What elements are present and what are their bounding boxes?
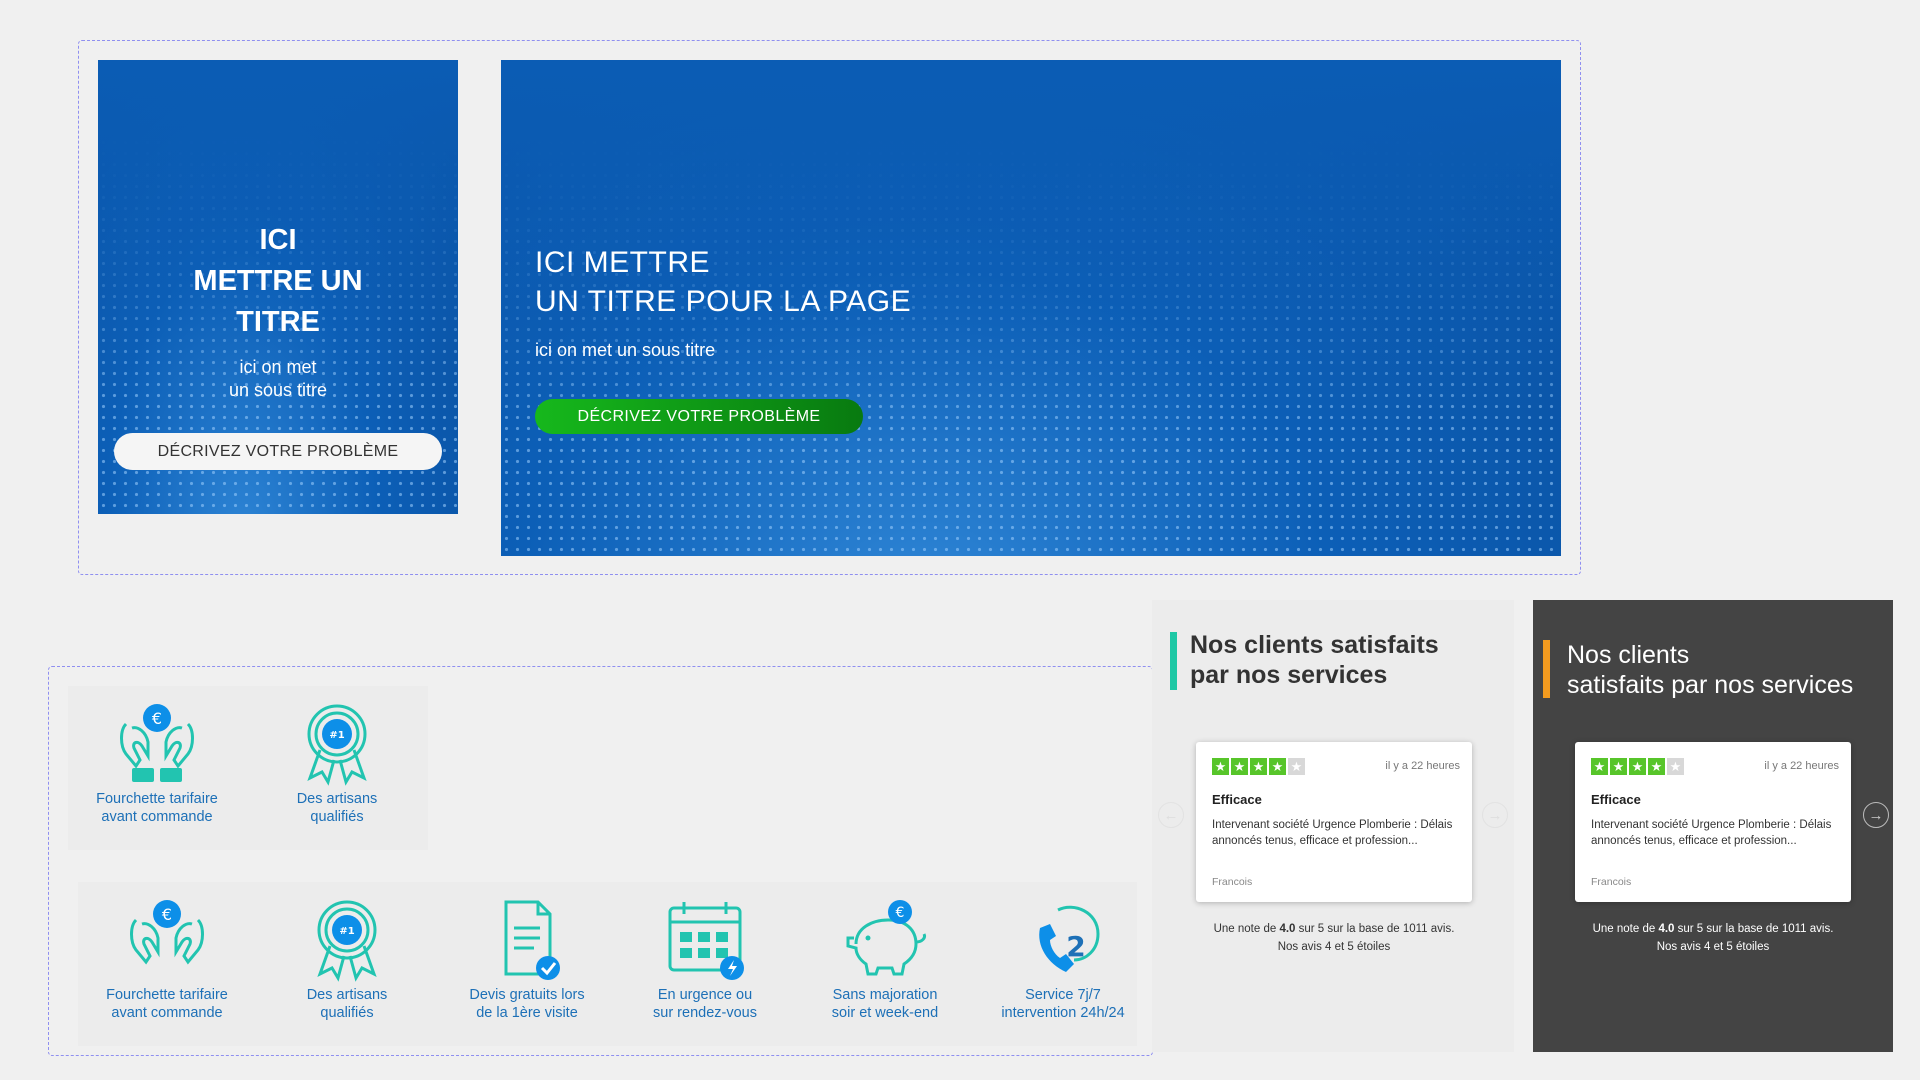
rating-summary: Une note de 4.0 sur 5 sur la base de 101… <box>1213 923 1455 953</box>
star-icon: ★ <box>1629 758 1646 775</box>
star-icon: ★ <box>1212 758 1229 775</box>
feature-qualified-craftsmen: #1 Des artisans qualifiés <box>262 898 432 1022</box>
review-author: Francois <box>1212 876 1253 888</box>
document-check-icon <box>504 900 560 980</box>
hero-mobile-title: ICI METTRE UN TITRE <box>193 224 363 338</box>
svg-text:2: 2 <box>1066 930 1085 963</box>
star-icon: ★ <box>1231 758 1248 775</box>
feature-no-surcharge: € Sans majoration soir et week-end <box>800 898 970 1022</box>
star-icon: ★ <box>1250 758 1267 775</box>
star-icon: ★ <box>1269 758 1286 775</box>
star-icon: ★ <box>1591 758 1608 775</box>
hands-euro-icon: € <box>120 704 194 782</box>
hero-banner-desktop: ICI METTRE UN TITRE POUR LA PAGE ici on … <box>501 60 1561 556</box>
star-icon: ★ <box>1648 758 1665 775</box>
piggy-bank-euro-icon: € <box>846 900 926 976</box>
feature-price-range: € Fourchette tarifaire avant commande <box>72 702 242 826</box>
hero-desktop-subtitle: ici on met un sous titre <box>535 340 716 360</box>
review-title: Efficace <box>1212 792 1262 807</box>
feature-emergency-appointment: En urgence ou sur rendez-vous <box>620 898 790 1022</box>
review-time: il y a 22 heures <box>1764 760 1839 772</box>
svg-text:€: € <box>162 905 172 924</box>
review-body: Intervenant société Urgence Plomberie : … <box>1212 819 1453 847</box>
svg-text:#1: #1 <box>329 730 344 741</box>
feature-free-quote: Devis gratuits lors de la 1ère visite <box>442 898 612 1022</box>
phone-24-icon: 2 <box>1039 905 1100 972</box>
review-card: ★ ★ ★ ★ ★ il y a 22 heures Efficace Inte… <box>1575 742 1851 902</box>
svg-text:#1: #1 <box>339 926 354 937</box>
next-review-arrow[interactable]: → <box>1863 802 1889 828</box>
award-badge-icon: #1 <box>317 900 377 982</box>
reviews-panel-dark: Nos clients satisfaits par nos services … <box>1533 600 1893 1052</box>
describe-problem-button-desktop[interactable]: DÉCRIVEZ VOTRE PROBLÈME <box>535 399 863 434</box>
title-accent-bar <box>1543 640 1550 698</box>
calendar-bolt-icon <box>668 902 744 980</box>
hero-mobile-subtitle: ici on met un sous titre <box>228 357 328 400</box>
star-rating: ★ ★ ★ ★ ★ <box>1591 758 1684 775</box>
star-icon: ★ <box>1288 758 1305 775</box>
star-icon: ★ <box>1610 758 1627 775</box>
next-review-arrow[interactable]: → <box>1482 802 1508 828</box>
describe-problem-button-mobile[interactable]: DÉCRIVEZ VOTRE PROBLÈME <box>114 433 442 470</box>
review-author: Francois <box>1591 876 1632 888</box>
title-accent-bar <box>1170 632 1177 690</box>
hero-desktop-title: ICI METTRE UN TITRE POUR LA PAGE <box>535 246 912 318</box>
reviews-title: Nos clients satisfaits par nos services <box>1190 631 1439 689</box>
feature-24-7-service: 2 Service 7j/7 intervention 24h/24 <box>978 898 1148 1022</box>
review-card: ★ ★ ★ ★ ★ il y a 22 heures Efficace Inte… <box>1196 742 1472 902</box>
star-icon: ★ <box>1667 758 1684 775</box>
reviews-panel-light: Nos clients satisfaits par nos services … <box>1152 600 1514 1052</box>
reviews-title: Nos clients satisfaits par nos services <box>1567 641 1854 699</box>
review-body: Intervenant société Urgence Plomberie : … <box>1591 819 1832 847</box>
prev-review-arrow[interactable]: ← <box>1158 802 1184 828</box>
feature-qualified-craftsmen: #1 Des artisans qualifiés <box>252 702 422 826</box>
svg-text:€: € <box>896 905 905 921</box>
review-title: Efficace <box>1591 792 1641 807</box>
review-time: il y a 22 heures <box>1385 760 1460 772</box>
star-rating: ★ ★ ★ ★ ★ <box>1212 758 1305 775</box>
svg-text:€: € <box>152 709 162 728</box>
hero-banner-mobile: ICI METTRE UN TITRE ici on met un sous t… <box>98 60 458 514</box>
award-badge-icon: #1 <box>307 704 367 786</box>
hands-euro-icon: € <box>130 900 204 965</box>
rating-summary: Une note de 4.0 sur 5 sur la base de 101… <box>1592 923 1834 953</box>
feature-price-range: € Fourchette tarifaire avant commande <box>82 898 252 1022</box>
